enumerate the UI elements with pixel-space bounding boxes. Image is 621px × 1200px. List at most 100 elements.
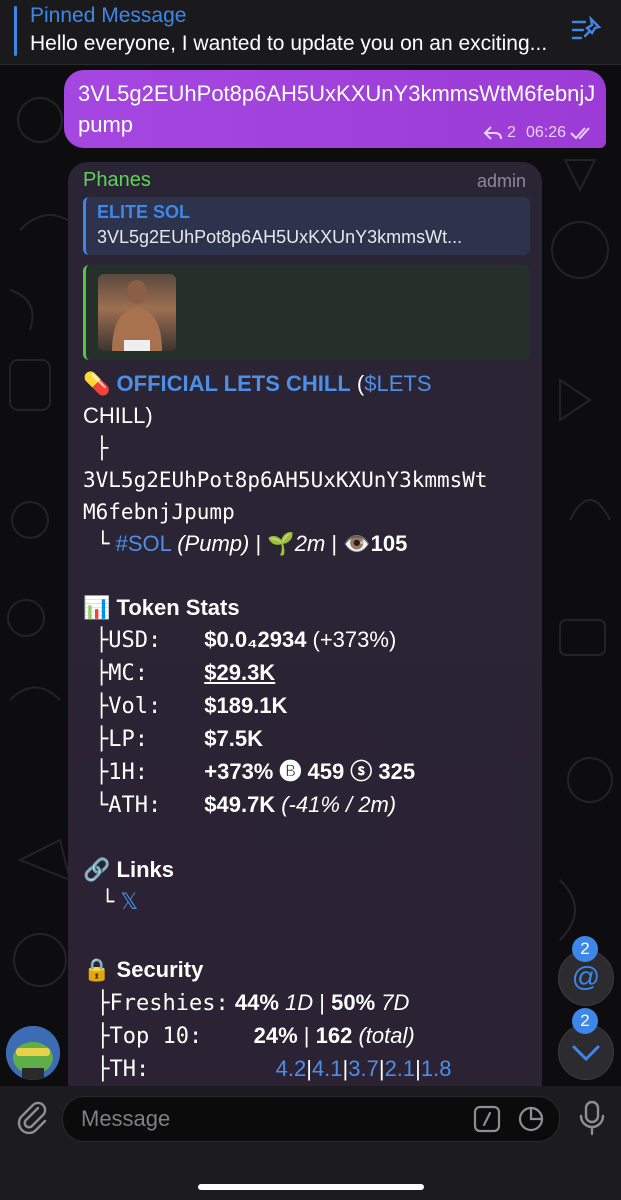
stat-label: ATH:: [108, 793, 162, 818]
pinned-message-bar[interactable]: Pinned Message Hello everyone, I wanted …: [0, 0, 621, 65]
token-stat-row: ├LP: $7.5K: [83, 723, 533, 756]
tree-branch: ├: [83, 991, 110, 1016]
security-heading: 🔒 Security: [83, 954, 533, 986]
link-preview[interactable]: [83, 265, 530, 360]
th-label: TH:: [109, 1057, 150, 1082]
pinned-title: Pinned Message: [30, 4, 187, 27]
preview-photo[interactable]: [98, 274, 176, 351]
separator: |: [319, 990, 325, 1015]
address-line-1: 3VL5g2EUhPot8p6AH5UxKXUnY3kmmsWt: [83, 468, 488, 492]
incoming-message[interactable]: Phanes admin ELITE SOL 3VL5g2EUhPot8p6AH…: [68, 162, 542, 1102]
stat-value: $189.1K: [204, 693, 288, 718]
token-name-link[interactable]: OFFICIAL LETS CHILL: [117, 371, 351, 396]
pill-icon: 💊: [83, 371, 111, 396]
bot-command-icon[interactable]: [473, 1105, 501, 1133]
freshies-row: ├Freshies: 44% 1D | 50% 7D: [83, 987, 533, 1020]
freshies-1d-unit: 1D: [285, 990, 314, 1015]
pinned-text: Hello everyone, I wanted to update you o…: [30, 32, 548, 55]
links-title: Links: [116, 857, 174, 882]
th-values: 4.2|4.1|3.7|2.1|1.8: [276, 1056, 452, 1081]
token-stat-row: ├USD: $0.0₄2934 (+373%): [83, 624, 533, 657]
top10-total: 162: [315, 1023, 353, 1048]
pinned-indicator: [14, 6, 17, 56]
stat-extra: (-41% / 2m): [281, 792, 397, 817]
reply-quote-text: 3VL5g2EUhPot8p6AH5UxKXUnY3kmmsWt...: [97, 227, 463, 247]
token-age: 2m: [294, 531, 326, 556]
stat-label: LP:: [108, 727, 148, 752]
message-composer: Message: [0, 1086, 621, 1200]
tree-end: └: [83, 532, 110, 557]
reply-count: 2: [507, 124, 516, 141]
sender-avatar[interactable]: [6, 1026, 60, 1080]
views-count: 105: [370, 531, 408, 556]
token-stat-row: ├MC: $29.3K: [83, 657, 533, 690]
security-title: Security: [116, 957, 204, 982]
token-stat-row: └ATH: $49.7K (-41% / 2m): [83, 789, 533, 822]
home-indicator: [198, 1184, 424, 1190]
reply-quote-title: ELITE SOL: [97, 202, 191, 222]
token-header: 💊 OFFICIAL LETS CHILL ($LETS CHILL): [83, 368, 533, 432]
token-stat-row: ├1H: +373% 🅑 459 ⓢ 325: [83, 756, 533, 789]
double-check-icon: [570, 127, 590, 140]
stat-value: +373%: [204, 759, 274, 784]
link-icon: 🔗: [83, 857, 111, 882]
stat-label: MC:: [108, 661, 148, 686]
top10-row: ├Top 10: 24% | 162 (total): [83, 1020, 533, 1053]
stat-label: Vol:: [108, 694, 162, 719]
token-meta-line: └ #SOL (Pump) | 🌱2m | 👁️105: [83, 528, 533, 561]
separator: |: [331, 531, 338, 556]
top-holder-link[interactable]: 1.8: [421, 1056, 452, 1081]
tree-branch: ├: [83, 1024, 110, 1049]
tree-branch: ├: [95, 727, 109, 752]
sender-name[interactable]: Phanes: [83, 169, 151, 192]
tree-branch: └: [95, 793, 109, 818]
top-holder-link[interactable]: 4.1: [312, 1056, 343, 1081]
token-stats-heading: 📊 Token Stats: [83, 592, 533, 624]
stat-value: $0.0₄2934: [204, 627, 307, 652]
top-holder-link[interactable]: 4.2: [276, 1056, 307, 1081]
eye-icon: 👁️: [343, 531, 371, 556]
separator: |: [255, 531, 262, 556]
stat-label: 1H:: [108, 760, 148, 785]
reply-quote[interactable]: ELITE SOL 3VL5g2EUhPot8p6AH5UxKXUnY3kmms…: [83, 197, 530, 255]
tree-branch: ├: [95, 661, 109, 686]
message-time: 06:26: [525, 124, 566, 141]
stat-extra: (+373%): [312, 627, 397, 652]
reply-arrow-icon: [483, 126, 503, 140]
paperclip-icon[interactable]: [16, 1100, 48, 1134]
top10-pct: 24%: [253, 1023, 298, 1048]
freshies-7d-unit: 7D: [381, 990, 410, 1015]
tree-branch: ├: [95, 694, 109, 719]
freshies-label: Freshies:: [109, 991, 229, 1016]
th-row: ├TH: 4.2|4.1|3.7|2.1|1.8: [83, 1053, 533, 1086]
lock-icon: 🔒: [83, 957, 111, 982]
ticker-tail: CHILL): [83, 403, 153, 428]
outgoing-message[interactable]: 3VL5g2EUhPot8p6AH5UxKXUnY3kmmsWtM6febnjJ…: [64, 70, 606, 148]
tree-branch: ├: [83, 436, 109, 460]
top-holder-link[interactable]: 2.1: [385, 1056, 416, 1081]
address-line-2: M6febnjJpump: [83, 500, 235, 524]
freshies-7d: 50%: [331, 990, 376, 1015]
microphone-icon[interactable]: [578, 1100, 606, 1136]
pin-list-icon[interactable]: [571, 16, 605, 46]
outgoing-meta: 2 06:26: [483, 124, 594, 142]
message-input[interactable]: Message: [62, 1096, 560, 1142]
sticker-icon[interactable]: [517, 1105, 545, 1133]
tree-end: └: [101, 890, 115, 915]
stat-value[interactable]: $29.3K: [204, 660, 275, 685]
token-address[interactable]: ├ 3VL5g2EUhPot8p6AH5UxKXUnY3kmmsWt M6feb…: [83, 432, 533, 528]
unread-badge: 2: [572, 1008, 598, 1034]
tree-branch: ├: [95, 628, 109, 653]
tree-branch: ├: [83, 1057, 110, 1082]
x-link-icon[interactable]: 𝕏: [120, 889, 138, 914]
stat-value: $7.5K: [204, 726, 263, 751]
top-holder-link[interactable]: 3.7: [348, 1056, 379, 1081]
ticker-link[interactable]: $LETS: [364, 371, 431, 396]
links-heading: 🔗 Links: [83, 854, 533, 886]
message-placeholder: Message: [81, 1106, 171, 1131]
links-list: └ 𝕏: [83, 886, 533, 919]
top10-label: Top 10:: [109, 1024, 203, 1049]
stat-label: USD:: [108, 628, 162, 653]
at-icon: @: [571, 961, 601, 992]
chain-hashtag[interactable]: #SOL: [116, 531, 171, 556]
